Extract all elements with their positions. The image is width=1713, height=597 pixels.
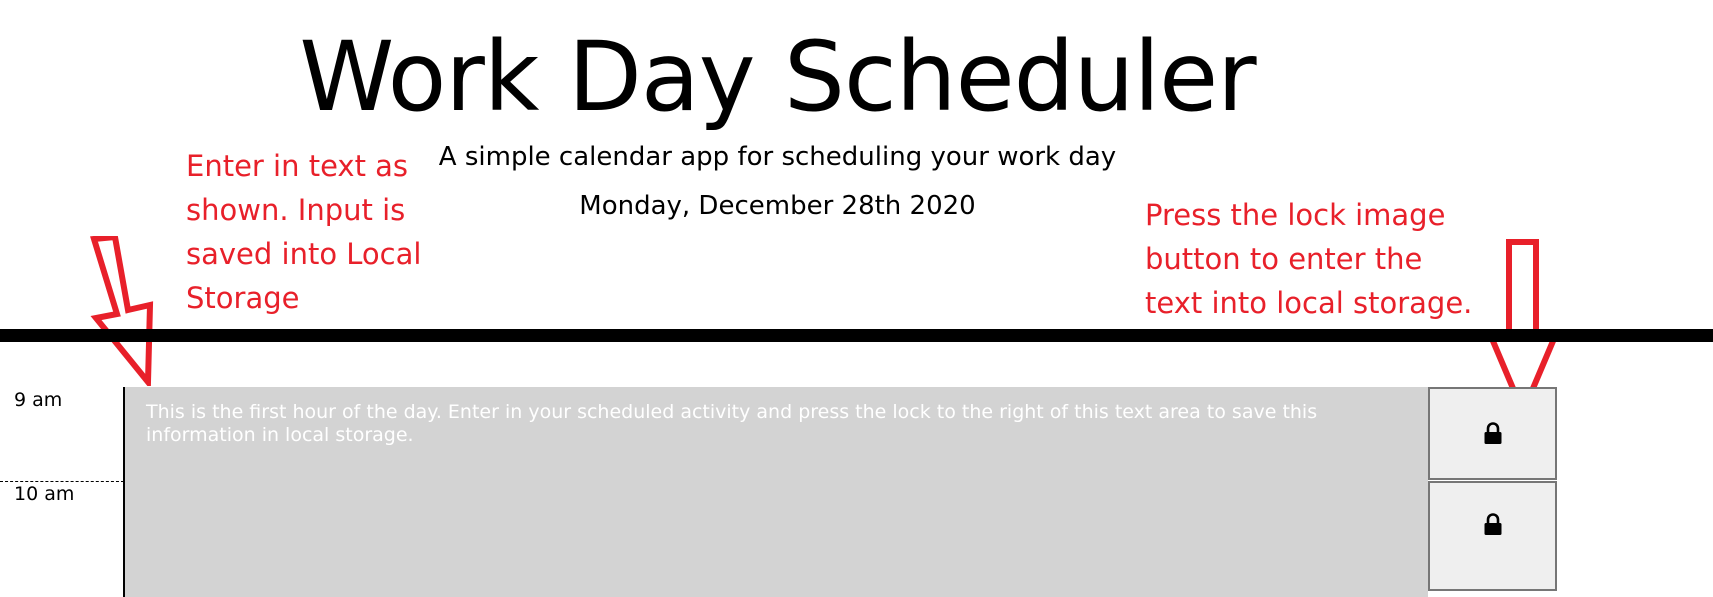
annotation-left-note: Enter in text as shown. Input is saved i…	[186, 149, 422, 315]
annotation-right-note: Press the lock image button to enter the…	[1145, 198, 1473, 320]
schedule-textarea-9am[interactable]: This is the first hour of the day. Enter…	[146, 401, 1416, 447]
hour-label-9am: 9 am	[14, 389, 63, 411]
annotation-arrow-left-icon	[90, 236, 154, 386]
save-button-9am[interactable]	[1428, 387, 1557, 480]
lock-icon	[1484, 421, 1501, 444]
lock-icon	[1484, 513, 1501, 535]
page-title: Work Day Scheduler	[299, 21, 1256, 133]
save-button-10am[interactable]	[1428, 481, 1557, 591]
hour-label-10am: 10 am	[14, 483, 75, 505]
header-divider	[0, 329, 1713, 342]
